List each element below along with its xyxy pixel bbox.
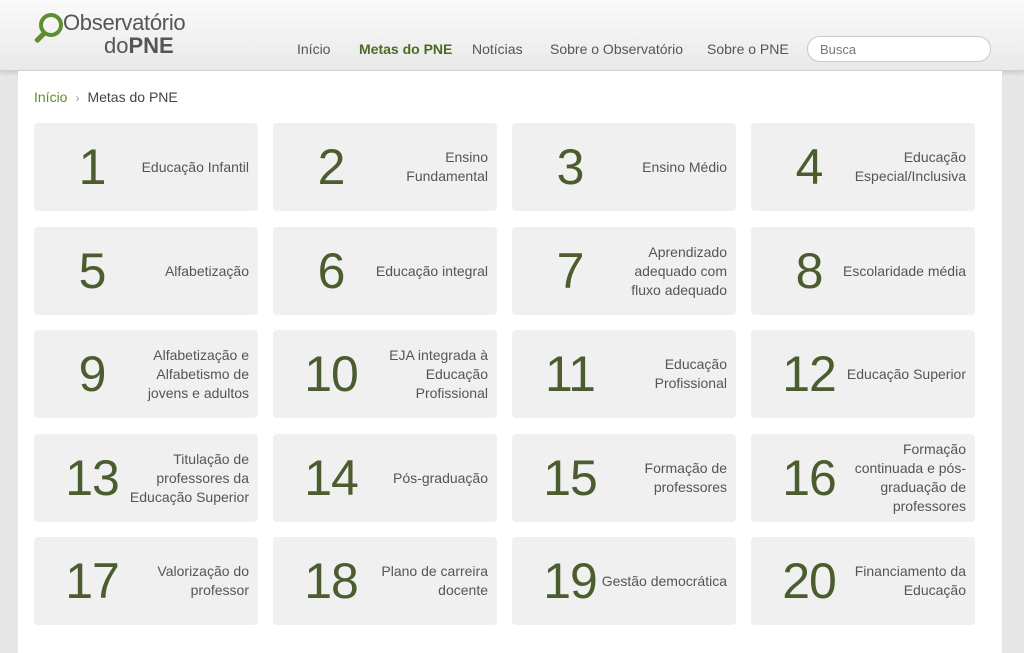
goal-card-3[interactable]: 3 Ensino Médio: [512, 123, 736, 211]
goal-label-text: Financiamento da Educação: [854, 563, 966, 598]
breadcrumb-current: Metas do PNE: [87, 89, 178, 105]
logo-text-do: do: [104, 33, 129, 58]
logo-text-pne: doPNE: [104, 33, 174, 59]
goal-label-text: Educação Profissional: [654, 356, 727, 391]
goal-label: Formação continuada e pós-graduação de p…: [840, 434, 966, 522]
goal-card-4[interactable]: 4 Educação Especial/Inclusiva: [751, 123, 975, 211]
goal-label: Ensino Médio: [601, 123, 727, 211]
goal-label: Gestão democrática: [601, 537, 727, 625]
goal-card-6[interactable]: 6 Educação integral: [273, 227, 497, 315]
goal-label: Pós-graduação: [362, 434, 488, 522]
goal-label: Plano de carreira docente: [362, 537, 488, 625]
goal-card-1[interactable]: 1 Educação Infantil: [34, 123, 258, 211]
goal-card-2[interactable]: 2 Ensino Fundamental: [273, 123, 497, 211]
goal-label-text: Formação continuada e pós-graduação de p…: [854, 441, 966, 514]
goal-label: Alfabetização: [123, 227, 249, 315]
goal-card-7[interactable]: 7 Aprendizado adequado com fluxo adequado: [512, 227, 736, 315]
goal-label: Educação Superior: [840, 330, 966, 418]
goal-label: Financiamento da Educação: [840, 537, 966, 625]
goal-label: Educação integral: [362, 227, 488, 315]
goal-label-text: Alfabetização: [164, 262, 249, 279]
goal-label-text: Alfabetização e Alfabetismo de jovens e …: [147, 346, 249, 401]
goal-label-text: Aprendizado adequado com fluxo adequado: [631, 243, 727, 298]
goal-label: Educação Profissional: [601, 330, 727, 418]
goal-card-8[interactable]: 8 Escolaridade média: [751, 227, 975, 315]
goal-card-15[interactable]: 15 Formação de professores: [512, 434, 736, 522]
goal-label: Alfabetização e Alfabetismo de jovens e …: [123, 330, 249, 418]
goal-card-19[interactable]: 19 Gestão democrática: [512, 537, 736, 625]
goal-label-text: Pós-graduação: [393, 469, 488, 486]
nav-sobre-pne[interactable]: Sobre o PNE: [707, 41, 789, 57]
goal-label-text: Valorização do professor: [157, 563, 249, 598]
nav-noticias[interactable]: Notícias: [472, 41, 523, 57]
goal-label-text: Educação Infantil: [141, 158, 249, 175]
goal-card-12[interactable]: 12 Educação Superior: [751, 330, 975, 418]
nav-sobre-observatorio[interactable]: Sobre o Observatório: [550, 41, 683, 57]
goal-label: Educação Especial/Inclusiva: [840, 123, 966, 211]
goal-card-9[interactable]: 9 Alfabetização e Alfabetismo de jovens e…: [34, 330, 258, 418]
goal-label-text: Educação Especial/Inclusiva: [854, 149, 966, 184]
goal-label-text: Plano de carreira docente: [381, 563, 488, 598]
chevron-right-icon: ›: [75, 91, 80, 105]
nav-inicio[interactable]: Início: [297, 41, 330, 57]
goal-label-text: Ensino Médio: [642, 158, 727, 175]
goal-label-text: Educação Superior: [846, 365, 966, 382]
goal-label: Titulação de professores da Educação Sup…: [123, 434, 249, 522]
goal-label-text: Formação de professores: [644, 460, 727, 495]
breadcrumb: Início › Metas do PNE: [34, 89, 178, 105]
goal-card-20[interactable]: 20 Financiamento da Educação: [751, 537, 975, 625]
goal-card-11[interactable]: 11 Educação Profissional: [512, 330, 736, 418]
goal-label-text: Escolaridade média: [843, 262, 966, 279]
goal-card-10[interactable]: 10 EJA integrada à Educação Profissional: [273, 330, 497, 418]
magnifier-handle: [33, 31, 47, 44]
goal-card-13[interactable]: 13 Titulação de professores da Educação S…: [34, 434, 258, 522]
nav-metas-do-pne[interactable]: Metas do PNE: [359, 41, 452, 57]
goal-label: EJA integrada à Educação Profissional: [362, 330, 488, 418]
goal-label: Valorização do professor: [123, 537, 249, 625]
goal-label-text: Titulação de professores da Educação Sup…: [129, 450, 249, 505]
goal-label: Formação de professores: [601, 434, 727, 522]
site-logo[interactable]: Observatório doPNE: [33, 8, 186, 60]
main-content: Início › Metas do PNE 1 Educação Infantil 2 E…: [18, 71, 1002, 653]
goal-card-17[interactable]: 17 Valorização do professor: [34, 537, 258, 625]
goal-label-text: Educação integral: [375, 262, 488, 279]
goal-label: Ensino Fundamental: [362, 123, 488, 211]
goal-label-text: EJA integrada à Educação Profissional: [389, 346, 488, 401]
site-header: Observatório doPNE Início Metas do PNE N…: [0, 0, 1024, 71]
goal-card-16[interactable]: 16 Formação continuada e pós-graduação de…: [751, 434, 975, 522]
goal-label: Educação Infantil: [123, 123, 249, 211]
goal-label-text: Ensino Fundamental: [406, 149, 488, 184]
goal-card-18[interactable]: 18 Plano de carreira docente: [273, 537, 497, 625]
search-input[interactable]: [807, 36, 991, 62]
logo-text-pne-bold: PNE: [128, 33, 174, 58]
goal-label: Aprendizado adequado com fluxo adequado: [601, 227, 727, 315]
goal-card-14[interactable]: 14 Pós-graduação: [273, 434, 497, 522]
breadcrumb-home-link[interactable]: Início: [34, 89, 67, 105]
goal-label: Escolaridade média: [840, 227, 966, 315]
goal-card-5[interactable]: 5 Alfabetização: [34, 227, 258, 315]
goal-label-text: Gestão democrática: [601, 572, 727, 589]
